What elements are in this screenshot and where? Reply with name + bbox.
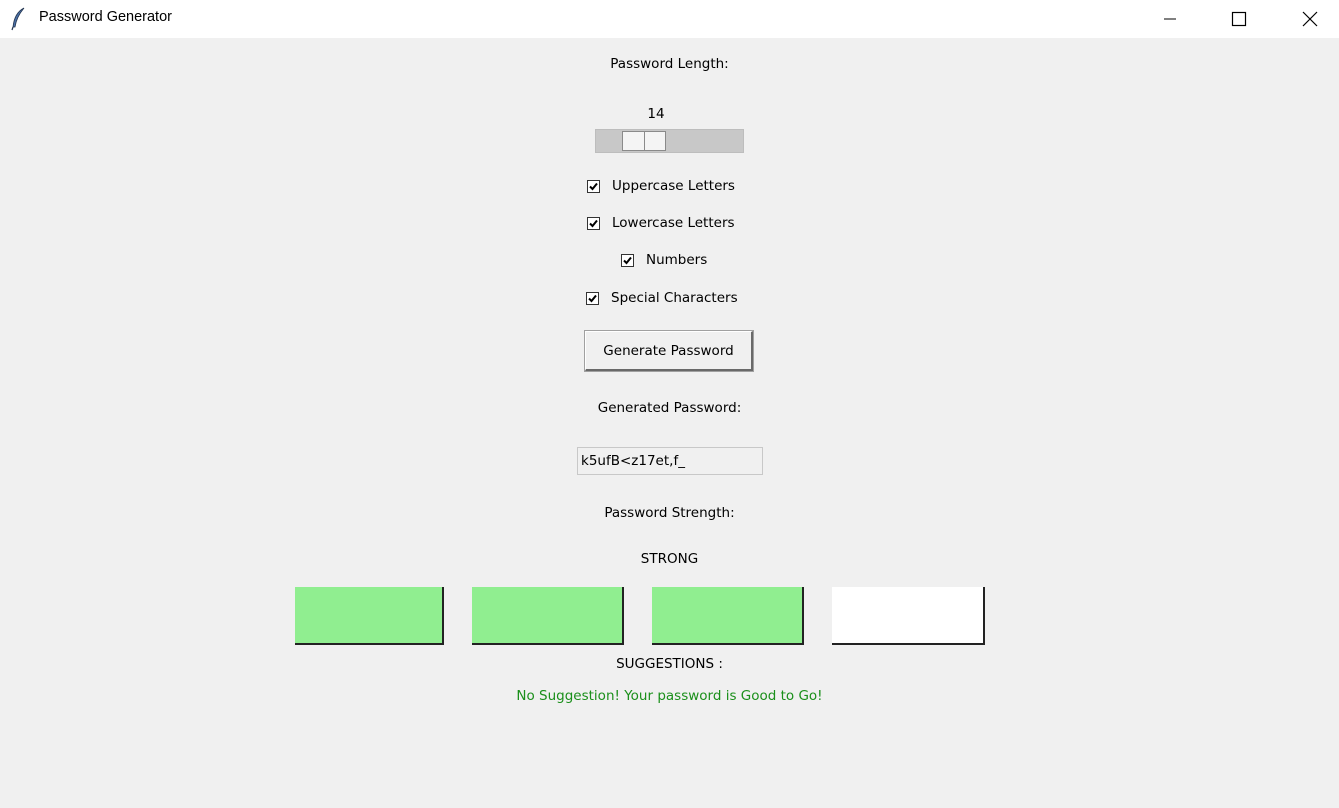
length-value: 14 bbox=[647, 106, 665, 122]
uppercase-label: Uppercase Letters bbox=[612, 178, 735, 194]
maximize-icon bbox=[1231, 11, 1247, 27]
length-slider[interactable] bbox=[595, 129, 744, 153]
checkmark-icon bbox=[588, 294, 597, 302]
strength-bar-2 bbox=[472, 587, 624, 645]
generated-password-field[interactable] bbox=[577, 447, 763, 475]
suggestions-heading: SUGGESTIONS : bbox=[616, 656, 723, 672]
minimize-button[interactable] bbox=[1147, 0, 1193, 38]
suggestion-text: No Suggestion! Your password is Good to … bbox=[516, 688, 823, 704]
minimize-icon bbox=[1164, 18, 1176, 20]
uppercase-checkbox[interactable] bbox=[587, 179, 600, 193]
special-label: Special Characters bbox=[611, 290, 738, 306]
special-checkbox[interactable] bbox=[586, 291, 599, 305]
app-window: Password Generator Password Length: 14 U… bbox=[0, 0, 1339, 808]
option-numbers[interactable]: Numbers bbox=[621, 250, 707, 270]
lowercase-checkbox[interactable] bbox=[587, 216, 600, 230]
close-button[interactable] bbox=[1287, 0, 1333, 38]
option-special[interactable]: Special Characters bbox=[586, 288, 738, 308]
option-lowercase[interactable]: Lowercase Letters bbox=[587, 213, 735, 233]
feather-icon bbox=[11, 7, 25, 31]
strength-bar-3 bbox=[652, 587, 804, 645]
password-length-label: Password Length: bbox=[610, 56, 729, 72]
maximize-button[interactable] bbox=[1216, 0, 1262, 38]
title-bar[interactable]: Password Generator bbox=[0, 0, 1339, 38]
strength-value: STRONG bbox=[640, 551, 699, 567]
numbers-checkbox[interactable] bbox=[621, 253, 634, 267]
lowercase-label: Lowercase Letters bbox=[612, 215, 735, 231]
close-icon bbox=[1302, 11, 1318, 27]
password-strength-label: Password Strength: bbox=[604, 505, 735, 521]
checkmark-icon bbox=[589, 219, 598, 227]
generated-password-label: Generated Password: bbox=[597, 400, 742, 416]
window-title: Password Generator bbox=[39, 9, 172, 25]
strength-bar-4 bbox=[832, 587, 985, 645]
checkmark-icon bbox=[589, 182, 598, 190]
slider-thumb[interactable] bbox=[622, 131, 667, 151]
generate-password-button[interactable]: Generate Password bbox=[584, 330, 754, 372]
option-uppercase[interactable]: Uppercase Letters bbox=[587, 176, 735, 196]
strength-bar-1 bbox=[295, 587, 444, 645]
checkmark-icon bbox=[623, 256, 632, 264]
numbers-label: Numbers bbox=[646, 252, 708, 268]
